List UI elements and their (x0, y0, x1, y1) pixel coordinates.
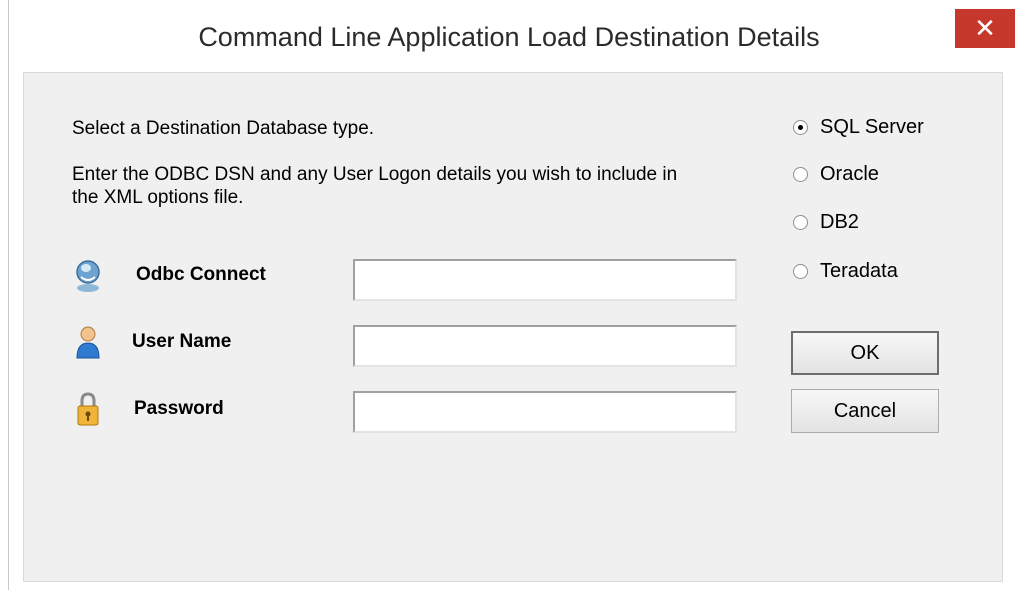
radio-selected-dot (798, 125, 803, 130)
radio-teradata[interactable]: Teradata (793, 260, 898, 283)
radio-button-selected[interactable] (793, 120, 808, 135)
user-name-input[interactable] (353, 325, 737, 367)
radio-sql-server[interactable]: SQL Server (793, 116, 924, 139)
odbc-connect-icon (76, 260, 100, 292)
radio-db2[interactable]: DB2 (793, 211, 859, 234)
odbc-connect-input[interactable] (353, 259, 737, 301)
close-icon: ✕ (974, 13, 996, 43)
window-title: Command Line Application Load Destinatio… (198, 22, 820, 52)
instructions-text-line2: the XML options file. (72, 187, 244, 208)
dialog-window: Command Line Application Load Destinatio… (8, 0, 1016, 590)
radio-oracle[interactable]: Oracle (793, 163, 879, 186)
user-icon (76, 326, 100, 359)
radio-label: DB2 (820, 211, 859, 233)
radio-button[interactable] (793, 215, 808, 230)
password-input[interactable] (353, 391, 737, 433)
odbc-connect-label: Odbc Connect (136, 264, 266, 285)
close-button[interactable]: ✕ (955, 9, 1015, 48)
radio-button[interactable] (793, 264, 808, 279)
radio-label: Teradata (820, 260, 898, 282)
select-db-type-text: Select a Destination Database type. (72, 118, 375, 139)
radio-label: Oracle (820, 163, 879, 185)
instructions-text-line1: Enter the ODBC DSN and any User Logon de… (72, 164, 678, 185)
dialog-client-area: Select a Destination Database type. Ente… (23, 72, 1003, 582)
title-bar[interactable]: Command Line Application Load Destinatio… (9, 0, 1016, 72)
radio-button[interactable] (793, 167, 808, 182)
radio-label: SQL Server (820, 116, 924, 138)
password-label: Password (134, 398, 224, 419)
padlock-icon (77, 392, 99, 426)
user-name-label: User Name (132, 331, 232, 352)
cancel-button[interactable]: Cancel (791, 389, 939, 433)
ok-button[interactable]: OK (791, 331, 939, 375)
